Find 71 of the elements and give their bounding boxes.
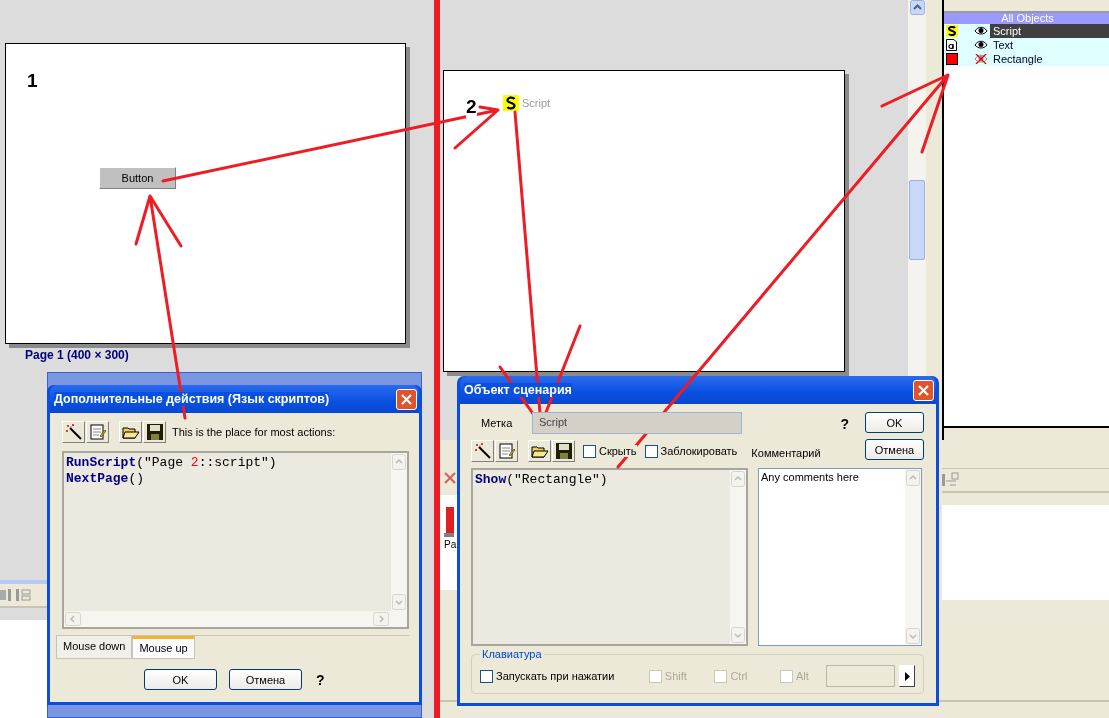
dialog-button[interactable]: Отмена [229,669,302,690]
script-icon [946,25,958,37]
checkbox[interactable] [644,444,658,458]
caret-icon [904,671,910,681]
object-label: Script [522,97,551,109]
dialog-button[interactable]: OK [865,412,924,433]
code-editor[interactable]: Show("Rectangle") [471,468,748,646]
label-field[interactable]: Script [532,412,742,434]
wand-button[interactable] [62,421,85,443]
text-object-icon [946,39,957,51]
code-line: Show("Rectangle") [475,472,609,488]
help-button[interactable]: ? [314,671,325,688]
canvas-button[interactable]: Button [99,167,176,189]
comment-field[interactable]: Any comments here [758,468,922,646]
hint-text: This is the place for most actions: [172,426,336,438]
checkbox-label: Ctrl [730,670,748,682]
close-button[interactable] [913,379,934,401]
eye-icon[interactable] [974,40,988,50]
notepad-button[interactable] [495,440,518,462]
checkbox-label: Скрыть [599,445,637,457]
checkbox-label: Запускать при нажатии [496,670,615,682]
panel-header: All Objects [944,13,1109,24]
magic-wand-icon [64,423,83,441]
notepad-button[interactable] [86,421,109,443]
arrow-button[interactable] [899,665,915,687]
close-icon [918,384,929,396]
checkbox-label: Shift [664,670,687,682]
tool-icon [444,507,454,537]
align-icon [0,587,34,603]
object-list-item[interactable]: Text [944,38,1109,52]
tab[interactable]: Mouse down [56,636,133,659]
scroll-up-icon[interactable] [909,0,925,15]
object-list-item[interactable]: Script [944,24,1109,38]
group-title: Клавиатура [480,648,544,660]
notepad-icon [88,423,107,441]
checkbox[interactable] [480,669,493,683]
object-list-item[interactable]: Rectangle [944,52,1109,66]
help-button[interactable]: ? [838,416,849,432]
dialog-title: Объект сценария [464,383,572,397]
tab[interactable]: Mouse up [132,636,195,659]
tool-label: Pa [444,539,457,550]
open-folder-button[interactable] [119,421,142,443]
close-icon [401,393,412,405]
checkbox[interactable] [583,444,596,458]
eye-icon[interactable] [974,26,988,36]
magic-wand-icon [473,442,492,460]
key-field[interactable] [825,665,896,687]
page-caption: Page 1 (400 × 300) [25,348,129,362]
code-editor[interactable]: RunScript("Page 2::script") NextPage() [62,451,409,629]
distribute-icon [942,472,960,488]
checkbox-label: Alt [796,670,809,682]
wand-button[interactable] [471,440,494,462]
notepad-icon [497,442,516,460]
dialog-button[interactable]: OK [144,669,217,690]
close-icon [444,472,456,484]
code-line: RunScript("Page 2::script") [66,455,278,471]
script-icon[interactable] [503,95,519,111]
dialog-button[interactable]: Отмена [865,439,924,460]
code-line: NextPage() [66,471,146,487]
close-button[interactable] [396,388,417,410]
dialog-title: Дополнительные действия (Язык скриптов) [54,392,330,406]
save-button[interactable] [143,421,166,443]
panel-header [0,580,50,584]
save-button[interactable] [552,440,575,462]
field-label: Метка [480,417,514,429]
hidden-eye-icon[interactable] [974,54,988,64]
open-folder-button[interactable] [528,440,551,462]
checkbox-label: Заблокировать [660,445,738,457]
rectangle-icon [946,53,958,65]
scrollbar-thumb[interactable] [909,180,925,260]
field-label: Комментарий [751,446,821,459]
